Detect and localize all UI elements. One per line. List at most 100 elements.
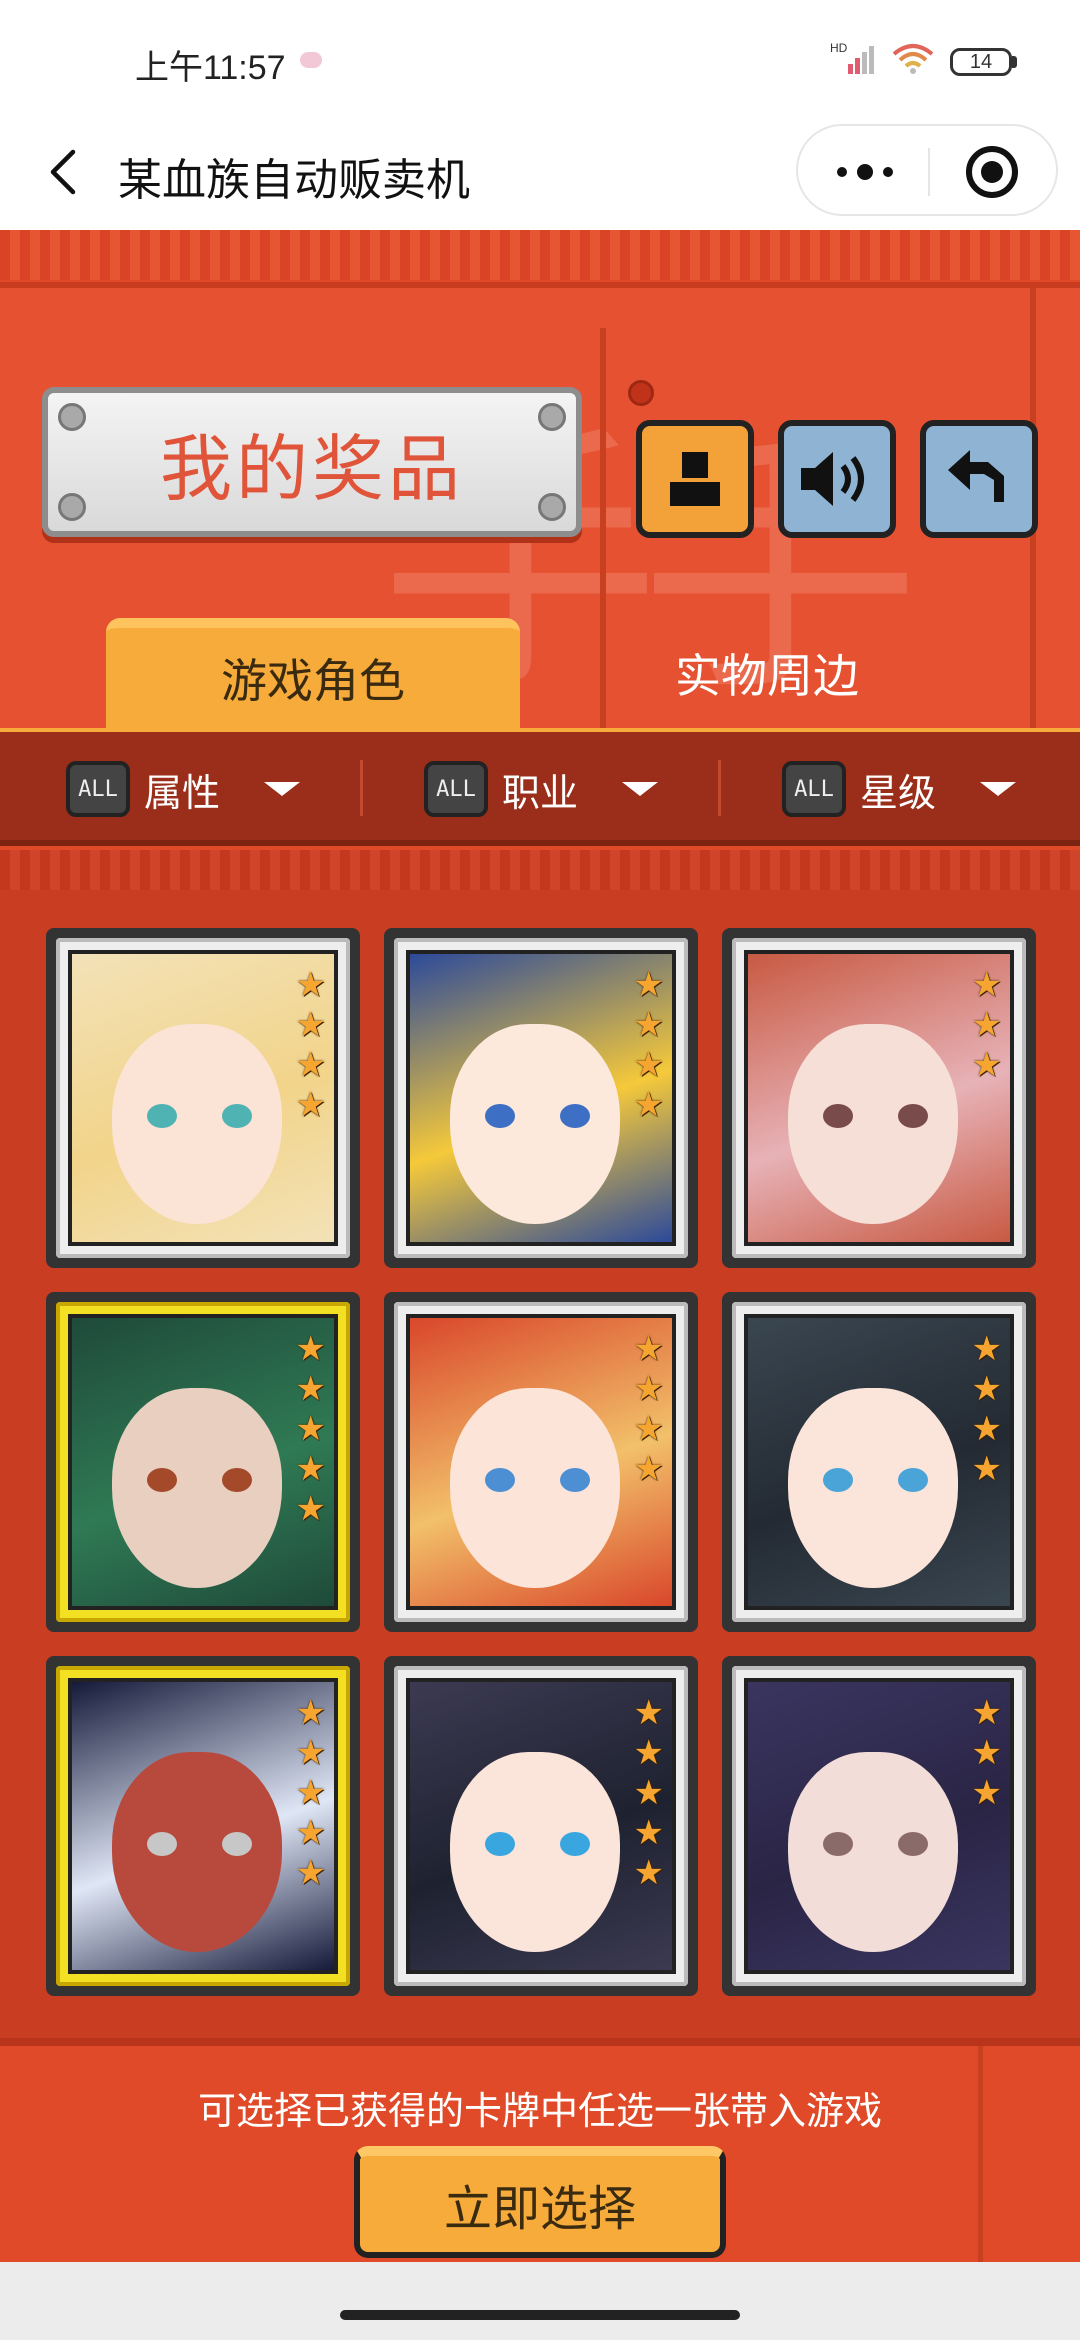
- status-bar: 上午11:57 HD 14: [0, 0, 1080, 118]
- user-icon: [670, 452, 720, 506]
- star-icon: ★: [295, 1329, 326, 1369]
- all-badge: ALL: [782, 761, 846, 817]
- star-icon: ★: [295, 1733, 326, 1773]
- capsule-divider: [928, 148, 930, 196]
- star-icon: ★: [295, 1813, 326, 1853]
- close-miniprogram-icon[interactable]: [966, 146, 1018, 198]
- star-icon: ★: [971, 1369, 1002, 1409]
- character-portrait: ★ ★ ★ ★: [68, 950, 338, 1246]
- character-portrait: ★ ★ ★ ★: [406, 950, 676, 1246]
- battery-icon: 14: [950, 48, 1012, 76]
- star-icon: ★: [295, 965, 326, 1005]
- star-icon: ★: [295, 1449, 326, 1489]
- filter-divider: [360, 760, 363, 816]
- star-icon: ★: [633, 1733, 664, 1773]
- character-card[interactable]: ★ ★ ★ ★: [46, 928, 360, 1268]
- card-frame: ★ ★ ★ ★: [56, 938, 350, 1258]
- page-title: 某血族自动贩卖机: [118, 155, 470, 206]
- card-frame: ★ ★ ★ ★: [394, 938, 688, 1258]
- portrait-face: [450, 1024, 620, 1224]
- character-portrait: ★ ★ ★ ★ ★: [68, 1678, 338, 1974]
- character-card[interactable]: ★ ★ ★ ★ ★: [46, 1292, 360, 1632]
- star-rating: ★ ★ ★: [972, 1694, 1002, 1812]
- star-icon: ★: [295, 1489, 326, 1529]
- portrait-face: [788, 1752, 958, 1952]
- portrait-face: [788, 1388, 958, 1588]
- star-icon: ★: [971, 1409, 1002, 1449]
- tab-game-characters[interactable]: 游戏角色: [106, 618, 520, 728]
- portrait-eye: [823, 1468, 853, 1492]
- filter-class-label: 职业: [502, 770, 579, 815]
- star-icon: ★: [971, 1045, 1002, 1085]
- card-frame: ★ ★ ★ ★: [732, 1302, 1026, 1622]
- my-prizes-plate: 我的奖品: [42, 387, 582, 537]
- profile-button[interactable]: [636, 420, 754, 538]
- star-rating: ★ ★ ★ ★ ★: [296, 1330, 326, 1528]
- more-options-icon[interactable]: [828, 150, 902, 194]
- portrait-eye: [823, 1832, 853, 1856]
- speaker-icon: [801, 452, 864, 506]
- filter-class[interactable]: ALL 职业: [424, 754, 658, 824]
- portrait-face: [112, 1388, 282, 1588]
- portrait-eye: [485, 1104, 515, 1128]
- card-frame: ★ ★ ★: [732, 1666, 1026, 1986]
- star-rating: ★ ★ ★ ★: [972, 1330, 1002, 1488]
- portrait-face: [788, 1024, 958, 1224]
- nav-bar: 某血族自动贩卖机: [0, 118, 1080, 230]
- tab-physical-merch[interactable]: 实物周边: [560, 618, 974, 728]
- game-area: ⼿⼿ 我的奖品 游戏角色 实物周边 ALL 属性 ALL 职业 ALL 星级 ★…: [0, 230, 1080, 2340]
- system-nav-area: [0, 2262, 1080, 2340]
- card-grid: ★ ★ ★ ★ ★ ★ ★ ★ ★ ★ ★ ★ ★ ★ ★ ★ ★ ★ ★ ★ ★ ★ ★ ★ ★ ★ ★ ★ ★ ★ ★ ★ ★ ★ ★ ★ ★: [0, 890, 1080, 2038]
- wifi-icon: [890, 40, 936, 76]
- star-icon: ★: [971, 1733, 1002, 1773]
- star-icon: ★: [295, 1045, 326, 1085]
- sound-toggle-button[interactable]: [778, 420, 896, 538]
- character-card[interactable]: ★ ★ ★: [722, 928, 1036, 1268]
- portrait-eye: [823, 1104, 853, 1128]
- character-card[interactable]: ★ ★ ★ ★: [722, 1292, 1036, 1632]
- return-arrow-icon: [948, 450, 1004, 502]
- portrait-eye: [560, 1104, 590, 1128]
- star-icon: ★: [633, 1449, 664, 1489]
- star-icon: ★: [971, 1329, 1002, 1369]
- star-icon: ★: [295, 1005, 326, 1045]
- status-time: 上午11:57: [135, 49, 286, 87]
- my-prizes-title: 我的奖品: [159, 426, 464, 511]
- home-indicator[interactable]: [340, 2310, 740, 2320]
- star-icon: ★: [295, 1409, 326, 1449]
- character-card[interactable]: ★ ★ ★: [722, 1656, 1036, 1996]
- star-icon: ★: [971, 1693, 1002, 1733]
- character-card[interactable]: ★ ★ ★ ★: [384, 928, 698, 1268]
- return-button[interactable]: [920, 420, 1038, 538]
- star-icon: ★: [633, 1369, 664, 1409]
- portrait-face: [112, 1024, 282, 1224]
- card-frame: ★ ★ ★: [732, 938, 1026, 1258]
- selection-hint: 可选择已获得的卡牌中任选一张带入游戏: [197, 2089, 882, 2133]
- pixel-stripe-top: [0, 230, 1080, 280]
- card-frame: ★ ★ ★ ★: [394, 1302, 688, 1622]
- filter-star-level[interactable]: ALL 星级: [782, 754, 1016, 824]
- select-now-button[interactable]: 立即选择: [354, 2146, 726, 2258]
- character-card[interactable]: ★ ★ ★ ★ ★: [384, 1656, 698, 1996]
- cellular-signal-icon: HD: [830, 40, 880, 76]
- star-rating: ★ ★ ★ ★: [634, 966, 664, 1124]
- character-portrait: ★ ★ ★ ★: [406, 1314, 676, 1610]
- portrait-eye: [222, 1832, 252, 1856]
- pixel-stripe-mid: [0, 850, 1080, 890]
- portrait-eye: [485, 1832, 515, 1856]
- back-arrow-icon[interactable]: [40, 142, 84, 202]
- filter-attribute-label: 属性: [144, 770, 221, 815]
- star-icon: ★: [633, 1813, 664, 1853]
- portrait-face: [450, 1388, 620, 1588]
- star-icon: ★: [633, 1409, 664, 1449]
- character-card[interactable]: ★ ★ ★ ★: [384, 1292, 698, 1632]
- character-card[interactable]: ★ ★ ★ ★ ★: [46, 1656, 360, 1996]
- portrait-eye: [898, 1468, 928, 1492]
- character-portrait: ★ ★ ★ ★ ★: [68, 1314, 338, 1610]
- signal-hd-label: HD: [830, 41, 848, 55]
- filter-divider: [718, 760, 721, 816]
- star-rating: ★ ★ ★ ★: [296, 966, 326, 1124]
- portrait-eye: [147, 1468, 177, 1492]
- filter-attribute[interactable]: ALL 属性: [66, 754, 300, 824]
- star-icon: ★: [971, 1449, 1002, 1489]
